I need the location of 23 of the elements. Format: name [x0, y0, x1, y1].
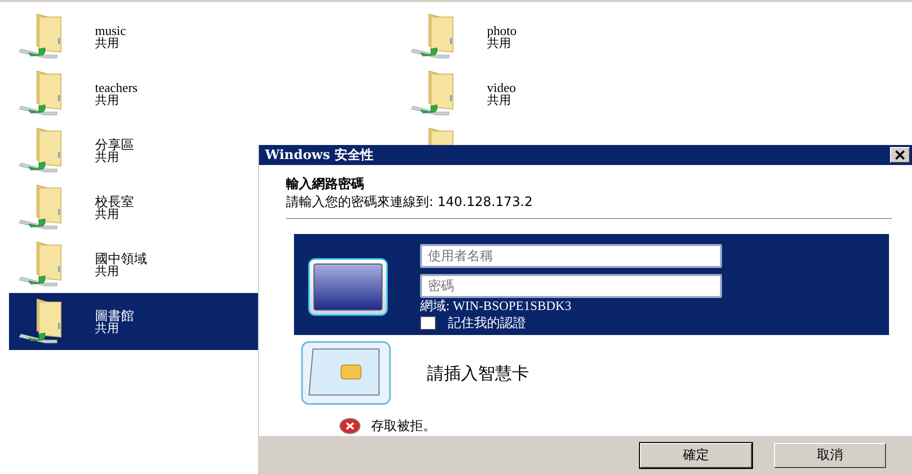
- folder-name: 校長室: [95, 194, 134, 208]
- folder-status: 共用: [95, 36, 120, 50]
- dialog-subtitle: 請輸入您的密碼來連線到: 140.128.173.2: [286, 194, 534, 211]
- folder-status: 共用: [95, 264, 119, 278]
- smartcard-text: 請插入智慧卡: [427, 362, 529, 384]
- folder-name: music: [95, 24, 126, 36]
- folder-name: video: [487, 80, 516, 94]
- folder-name: 國中領域: [95, 252, 147, 264]
- folder-name: 分享區: [95, 138, 134, 150]
- folder-status: 共用: [95, 322, 119, 334]
- folder-status: 共用: [95, 94, 120, 106]
- dialog-heading: 輸入網路密碼: [286, 176, 365, 193]
- folder-status: 共用: [487, 94, 512, 106]
- folder-status: 共用: [95, 208, 119, 220]
- folder-name: teachers: [95, 80, 138, 94]
- error-message: 存取被拒。: [371, 418, 436, 435]
- dialog-title: Windows 安全性: [265, 146, 374, 164]
- remember-label: 記住我的認證: [448, 315, 526, 332]
- folder-status: 共用: [487, 36, 511, 50]
- folder-name: photo: [487, 24, 517, 36]
- folder-name: 圖書館: [95, 308, 134, 322]
- folder-status: 共用: [95, 150, 119, 164]
- domain-text: 網域: WIN-BSOPE1SBDK3: [420, 299, 572, 312]
